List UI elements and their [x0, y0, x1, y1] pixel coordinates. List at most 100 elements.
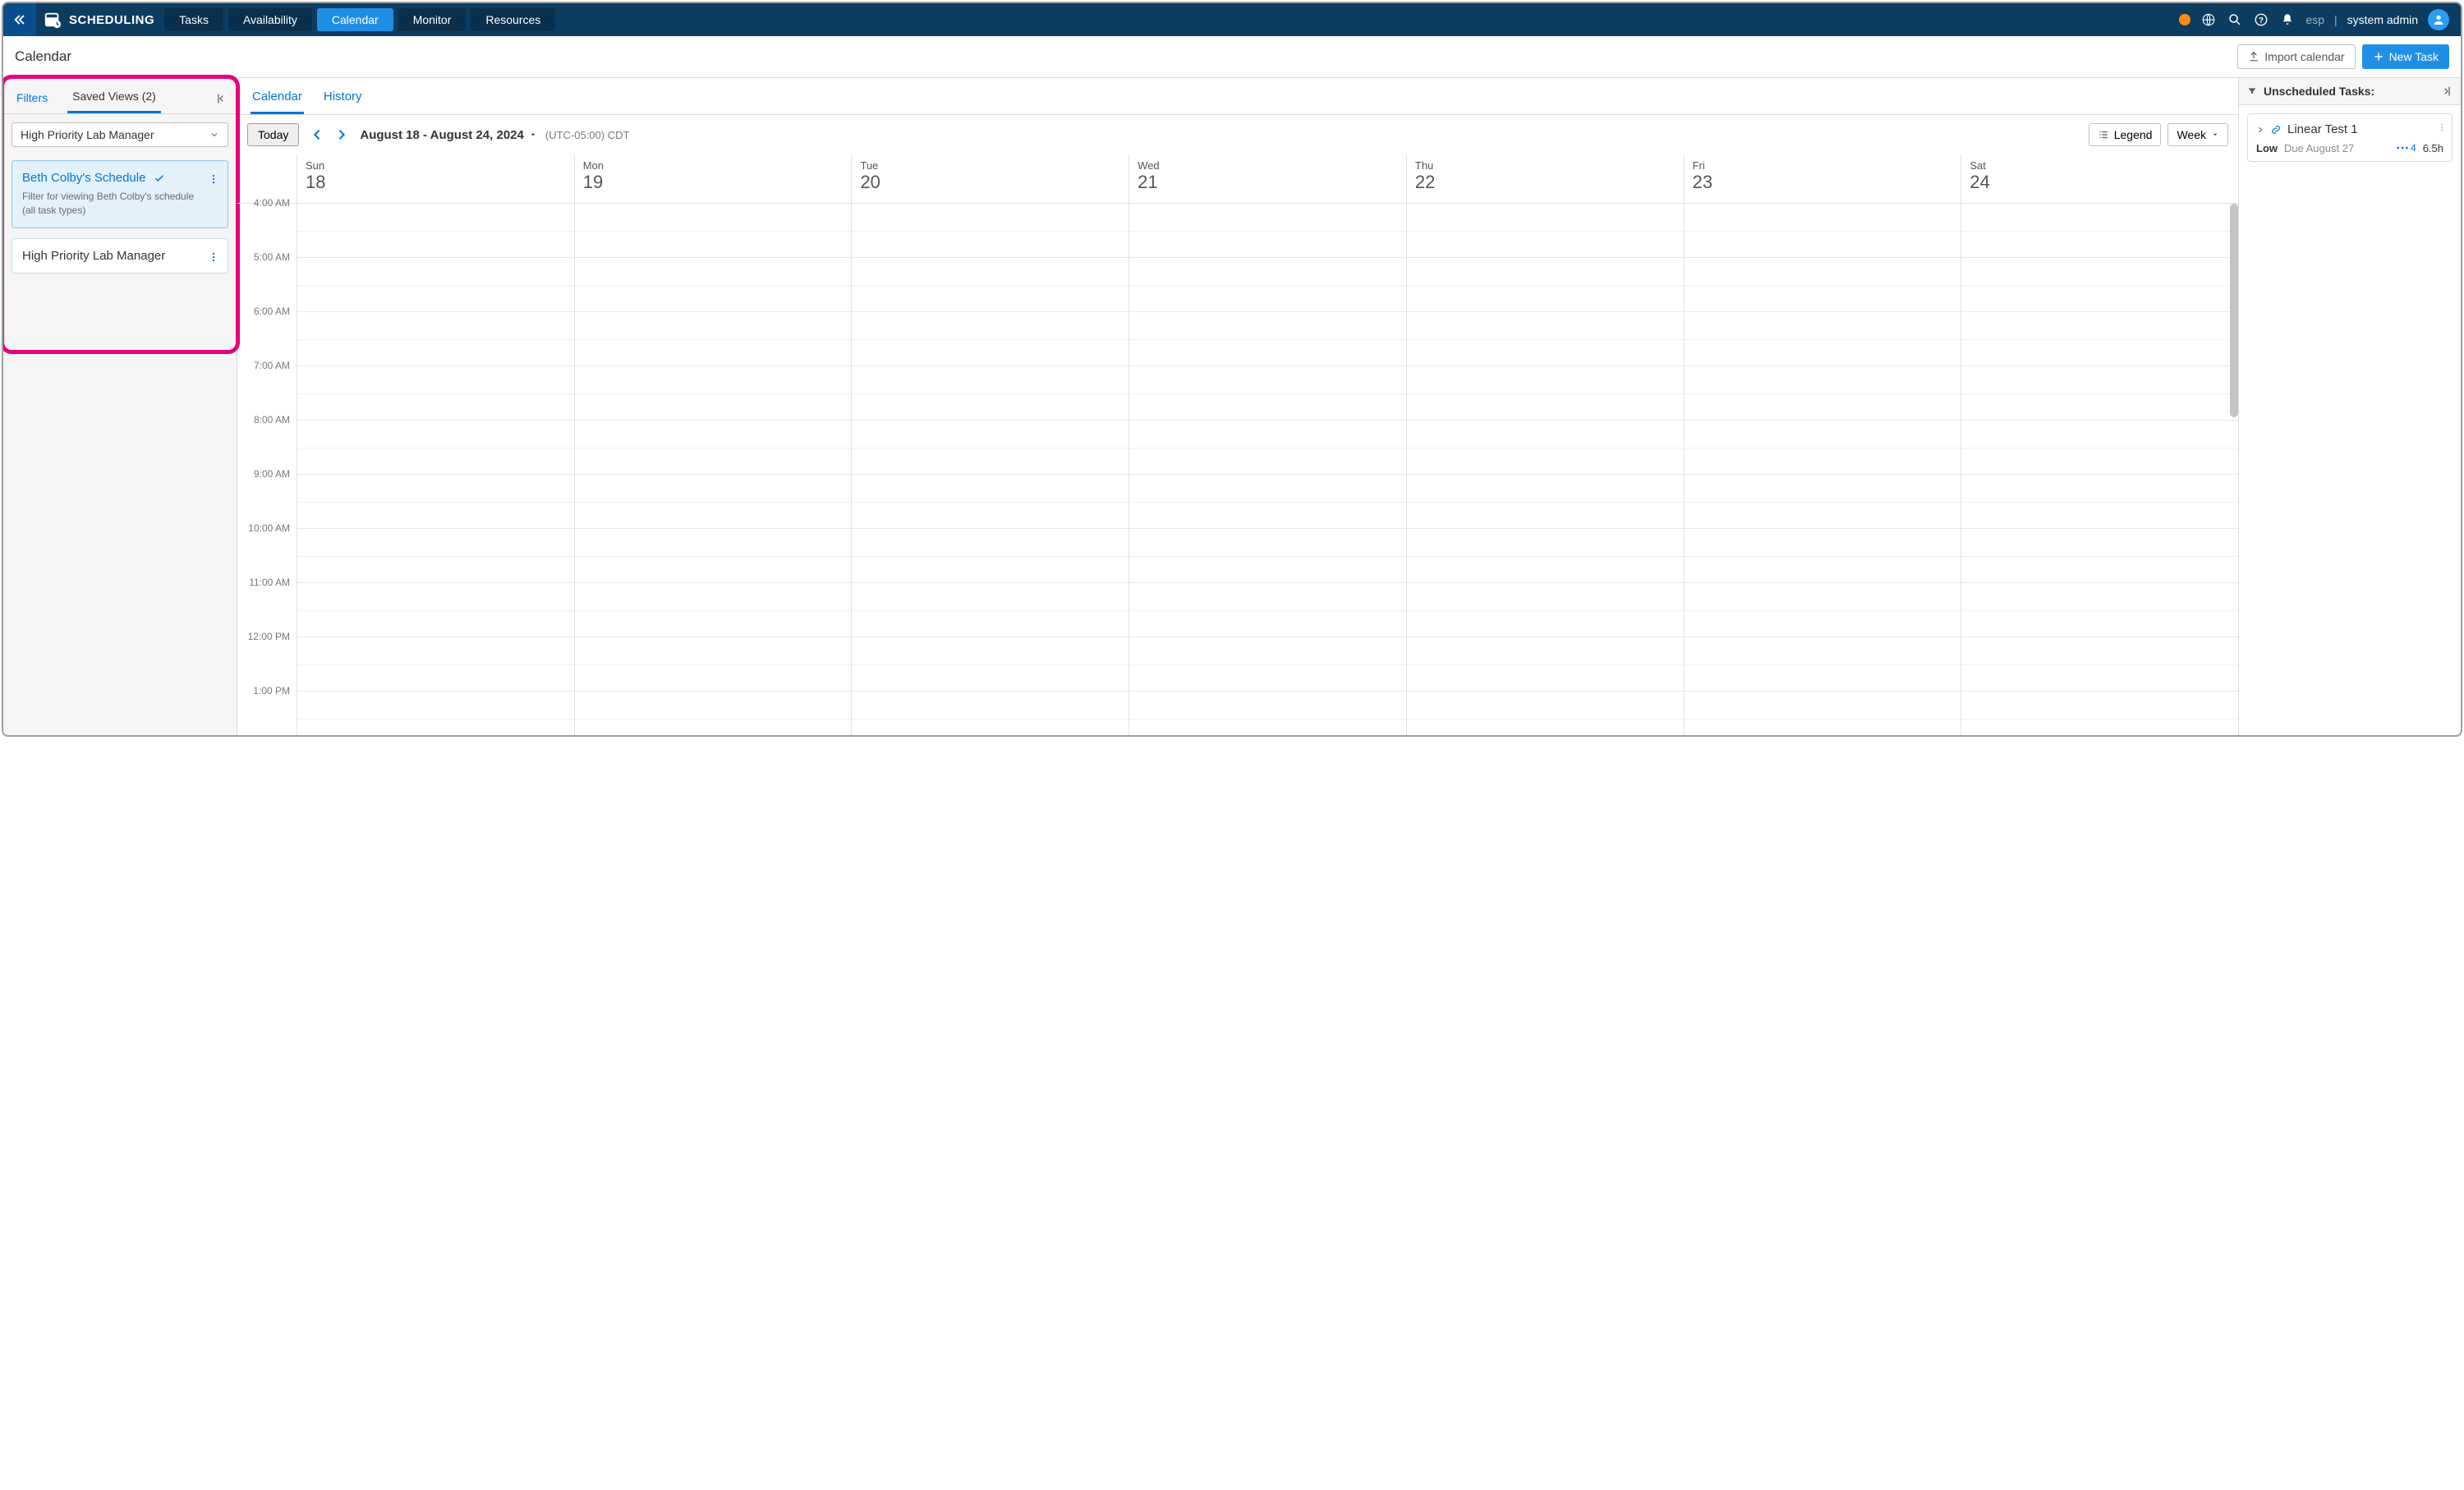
hour-cell[interactable] — [1685, 204, 1961, 258]
hour-cell[interactable] — [1129, 637, 1406, 692]
filter-select[interactable]: High Priority Lab Manager — [11, 122, 228, 147]
nav-tab-calendar[interactable]: Calendar — [317, 8, 393, 31]
hour-cell[interactable] — [575, 366, 852, 421]
hour-cell[interactable] — [297, 583, 574, 637]
globe-button[interactable] — [2200, 11, 2217, 28]
view-menu-button[interactable] — [205, 247, 223, 267]
hour-cell[interactable] — [1685, 366, 1961, 421]
hour-cell[interactable] — [1407, 204, 1684, 258]
hour-cell[interactable] — [1685, 637, 1961, 692]
hour-cell[interactable] — [1407, 421, 1684, 475]
chevron-right-icon[interactable] — [2256, 126, 2264, 134]
hour-cell[interactable] — [1129, 583, 1406, 637]
notifications-button[interactable] — [2279, 11, 2296, 28]
day-column[interactable]: Sun18 — [297, 154, 574, 735]
hour-cell[interactable] — [1961, 204, 2238, 258]
legend-button[interactable]: Legend — [2089, 123, 2162, 146]
hour-cell[interactable] — [1129, 475, 1406, 529]
hour-cell[interactable] — [297, 204, 574, 258]
hour-cell[interactable] — [1129, 258, 1406, 312]
hour-cell[interactable] — [1961, 258, 2238, 312]
hour-cell[interactable] — [297, 475, 574, 529]
panel-collapse-button[interactable] — [2439, 85, 2453, 98]
hour-cell[interactable] — [1407, 529, 1684, 583]
hour-cell[interactable] — [575, 258, 852, 312]
calendar-tab-calendar[interactable]: Calendar — [251, 85, 304, 114]
hour-cell[interactable] — [852, 529, 1129, 583]
sidebar-tab-saved-views[interactable]: Saved Views (2) — [67, 83, 161, 113]
hour-cell[interactable] — [575, 529, 852, 583]
hour-cell[interactable] — [852, 583, 1129, 637]
unscheduled-task-card[interactable]: Linear Test 1 Low Due August 27 4 6.5h — [2247, 113, 2453, 162]
nav-tab-tasks[interactable]: Tasks — [164, 8, 223, 31]
hour-cell[interactable] — [1685, 258, 1961, 312]
hour-cell[interactable] — [852, 637, 1129, 692]
hour-cell[interactable] — [852, 475, 1129, 529]
hour-cell[interactable] — [1961, 529, 2238, 583]
hour-cell[interactable] — [575, 583, 852, 637]
hour-cell[interactable] — [1407, 475, 1684, 529]
hour-cell[interactable] — [852, 258, 1129, 312]
hour-cell[interactable] — [1407, 583, 1684, 637]
hour-cell[interactable] — [1129, 692, 1406, 735]
search-button[interactable] — [2227, 11, 2243, 28]
hour-cell[interactable] — [297, 366, 574, 421]
nav-tab-availability[interactable]: Availability — [228, 8, 312, 31]
back-button[interactable] — [3, 3, 36, 36]
hour-cell[interactable] — [575, 637, 852, 692]
calendar-tab-history[interactable]: History — [322, 85, 364, 114]
hour-cell[interactable] — [1407, 692, 1684, 735]
hour-cell[interactable] — [1407, 312, 1684, 366]
hour-cell[interactable] — [1407, 637, 1684, 692]
hour-cell[interactable] — [1961, 475, 2238, 529]
sidebar-collapse-button[interactable] — [215, 92, 228, 105]
hour-cell[interactable] — [575, 475, 852, 529]
saved-view-card-beth[interactable]: Beth Colby's Schedule Filter for viewing… — [11, 160, 228, 228]
hour-cell[interactable] — [575, 421, 852, 475]
hour-cell[interactable] — [1129, 421, 1406, 475]
hour-cell[interactable] — [1685, 312, 1961, 366]
hour-cell[interactable] — [1685, 421, 1961, 475]
day-column[interactable]: Mon19 — [574, 154, 852, 735]
hour-cell[interactable] — [852, 421, 1129, 475]
date-range-picker[interactable]: August 18 - August 24, 2024 — [360, 128, 537, 142]
hour-cell[interactable] — [1961, 692, 2238, 735]
hour-cell[interactable] — [1129, 366, 1406, 421]
hour-cell[interactable] — [1961, 366, 2238, 421]
hour-cell[interactable] — [1961, 312, 2238, 366]
hour-cell[interactable] — [297, 421, 574, 475]
view-mode-select[interactable]: Week — [2167, 123, 2228, 146]
hour-cell[interactable] — [1129, 204, 1406, 258]
hour-cell[interactable] — [575, 312, 852, 366]
grid-scrollbar[interactable] — [2230, 204, 2238, 417]
day-column[interactable]: Fri23 — [1684, 154, 1961, 735]
hour-cell[interactable] — [1129, 312, 1406, 366]
hour-cell[interactable] — [1685, 692, 1961, 735]
help-button[interactable]: ? — [2253, 11, 2269, 28]
prev-week-button[interactable] — [307, 125, 327, 145]
day-column[interactable]: Tue20 — [851, 154, 1129, 735]
hour-cell[interactable] — [852, 692, 1129, 735]
hour-cell[interactable] — [1961, 421, 2238, 475]
hour-cell[interactable] — [297, 637, 574, 692]
task-menu-button[interactable] — [2437, 121, 2447, 134]
view-menu-button[interactable] — [205, 169, 223, 189]
hour-cell[interactable] — [575, 692, 852, 735]
status-indicator[interactable] — [2179, 14, 2190, 25]
hour-cell[interactable] — [297, 692, 574, 735]
hour-cell[interactable] — [575, 204, 852, 258]
day-column[interactable]: Thu22 — [1406, 154, 1684, 735]
calendar-grid[interactable]: 4:00 AM5:00 AM6:00 AM7:00 AM8:00 AM9:00 … — [237, 154, 2238, 735]
sidebar-tab-filters[interactable]: Filters — [11, 85, 53, 113]
hour-cell[interactable] — [1685, 475, 1961, 529]
import-calendar-button[interactable]: Import calendar — [2237, 44, 2355, 69]
saved-view-card-high-priority[interactable]: High Priority Lab Manager — [11, 238, 228, 274]
nav-tab-monitor[interactable]: Monitor — [398, 8, 467, 31]
nav-tab-resources[interactable]: Resources — [471, 8, 555, 31]
hour-cell[interactable] — [1407, 366, 1684, 421]
hour-cell[interactable] — [852, 312, 1129, 366]
hour-cell[interactable] — [1961, 637, 2238, 692]
day-column[interactable]: Wed21 — [1129, 154, 1406, 735]
hour-cell[interactable] — [1129, 529, 1406, 583]
new-task-button[interactable]: New Task — [2362, 44, 2449, 69]
